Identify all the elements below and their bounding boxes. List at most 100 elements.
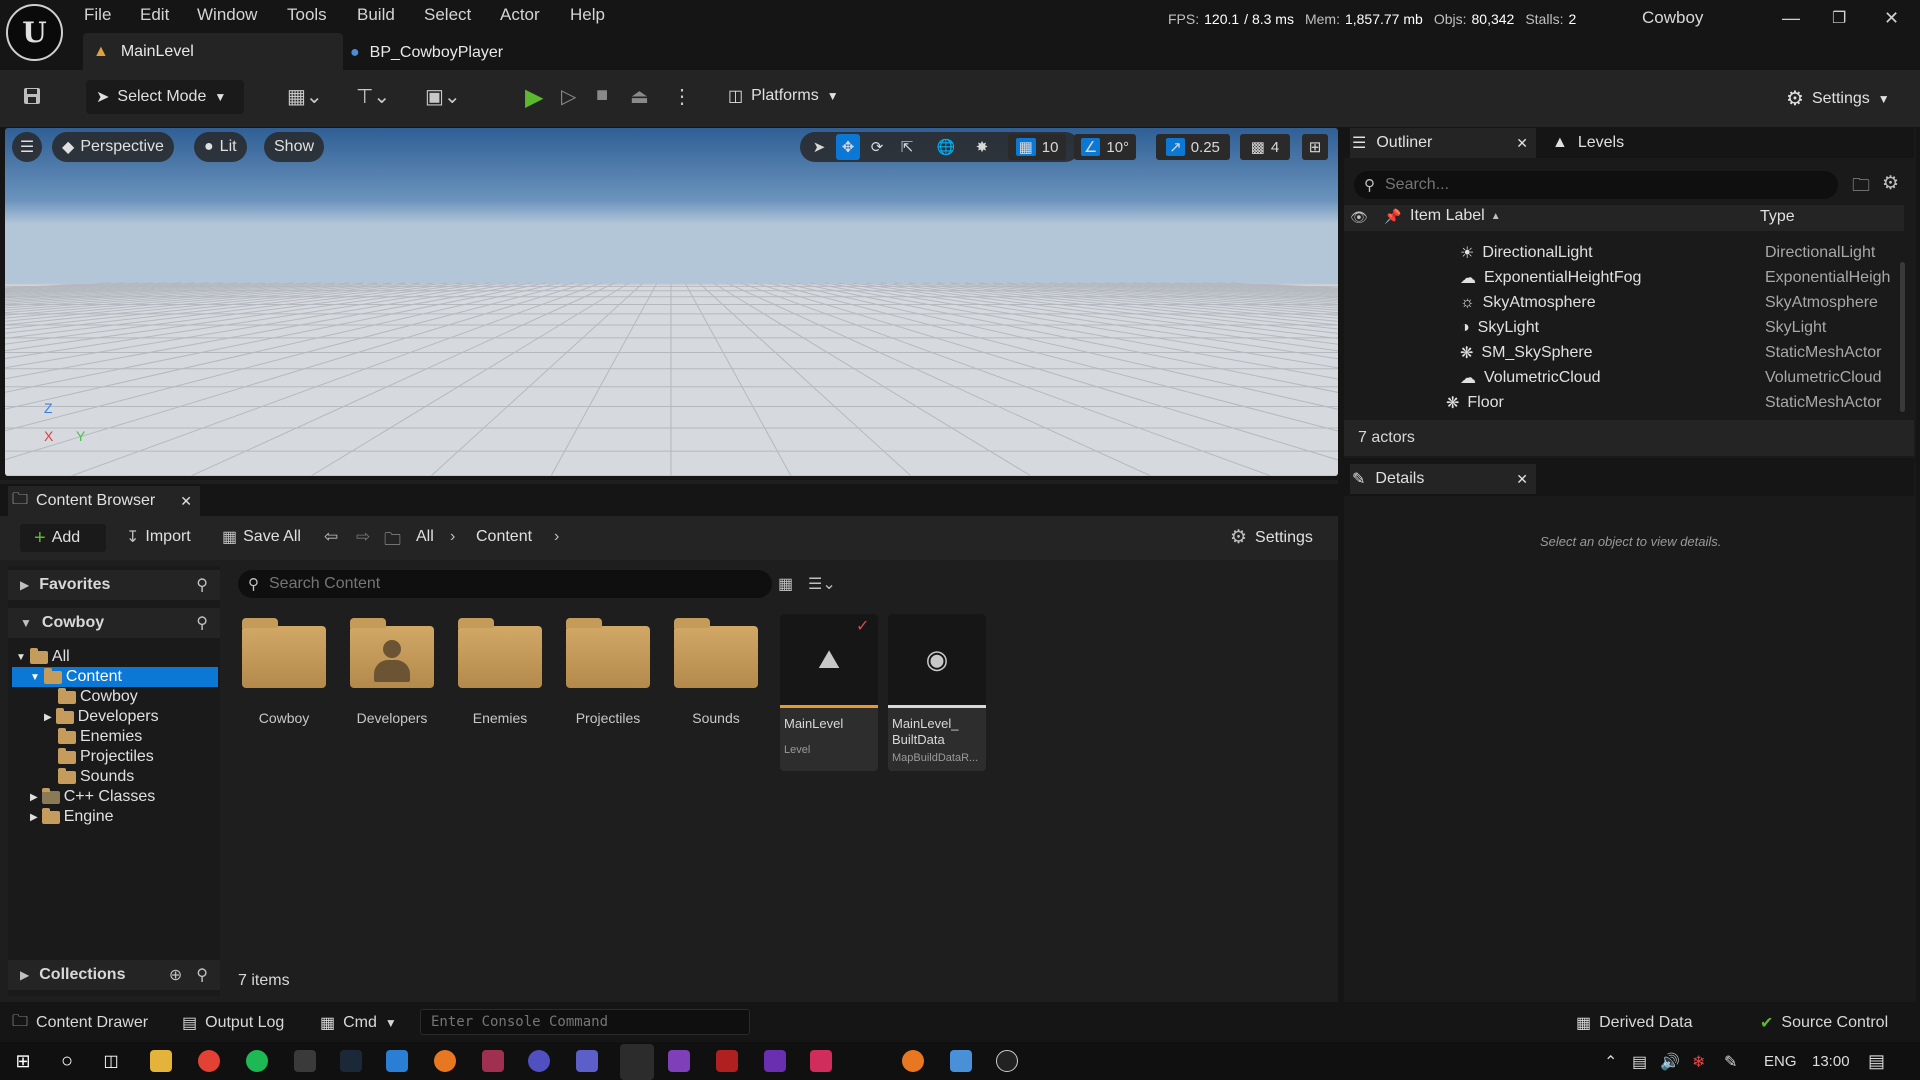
- blender-icon[interactable]: [902, 1050, 924, 1072]
- rotation-snap-toggle[interactable]: ∠ 10°: [1074, 134, 1136, 160]
- search-icon[interactable]: ⚲: [196, 613, 208, 633]
- play-icon[interactable]: ▶: [525, 83, 543, 112]
- tab-levels[interactable]: ▲ Levels: [1552, 128, 1624, 158]
- favorites-header[interactable]: ▶ Favorites ⚲: [8, 570, 220, 600]
- platforms-dropdown[interactable]: ◫ Platforms ▼: [728, 86, 839, 106]
- tab-outliner[interactable]: ☰ Outliner ✕: [1350, 128, 1536, 158]
- teams-icon[interactable]: [576, 1050, 598, 1072]
- project-header[interactable]: ▼ Cowboy ⚲: [8, 608, 220, 638]
- menu-window[interactable]: Window: [197, 5, 257, 25]
- back-arrow-icon[interactable]: ⇦: [324, 527, 338, 547]
- world-space-icon[interactable]: 🌐: [934, 134, 958, 160]
- network-icon[interactable]: ▤: [1632, 1052, 1647, 1072]
- blueprint-menu-icon[interactable]: ⊤⌄: [356, 84, 390, 109]
- add-button[interactable]: + Add: [20, 524, 106, 552]
- outliner-search[interactable]: ⚲: [1354, 171, 1838, 199]
- search-icon[interactable]: ⚲: [196, 965, 208, 985]
- translate-tool-icon[interactable]: ✥: [836, 134, 860, 160]
- tree-item-all[interactable]: ▼ All: [16, 647, 70, 667]
- unreal-taskbar-icon[interactable]: [996, 1050, 1018, 1072]
- settings-dropdown[interactable]: ⚙ Settings ▼: [1786, 86, 1890, 111]
- restore-icon[interactable]: ❐: [1832, 8, 1846, 28]
- tree-item-cowboy[interactable]: Cowboy: [58, 687, 138, 707]
- menu-help[interactable]: Help: [570, 5, 605, 25]
- derived-data-button[interactable]: ▦ Derived Data: [1576, 1010, 1693, 1036]
- scale-tool-icon[interactable]: ⇱: [896, 134, 918, 160]
- tree-item-engine[interactable]: ▶ Engine: [30, 807, 114, 827]
- content-search[interactable]: ⚲: [238, 570, 772, 598]
- close-icon[interactable]: ✕: [1884, 8, 1899, 29]
- menu-file[interactable]: File: [84, 5, 111, 25]
- tray-app-icon[interactable]: ❄: [1692, 1052, 1705, 1072]
- menu-build[interactable]: Build: [357, 5, 395, 25]
- cb-settings-button[interactable]: ⚙ Settings: [1230, 526, 1313, 549]
- surface-snap-icon[interactable]: ✸: [970, 134, 994, 160]
- eject-icon[interactable]: ⏏: [630, 84, 649, 109]
- tree-item-enemies[interactable]: Enemies: [58, 727, 142, 747]
- outliner-scrollbar[interactable]: [1900, 262, 1905, 412]
- rotate-tool-icon[interactable]: ⟳: [866, 134, 888, 160]
- more-options-icon[interactable]: ⋮: [672, 84, 692, 109]
- asset-folder-projectiles[interactable]: Projectiles: [558, 614, 658, 726]
- content-drawer-button[interactable]: 🗀 Content Drawer: [12, 1010, 148, 1036]
- app-icon[interactable]: [950, 1050, 972, 1072]
- tab-details[interactable]: ✎ Details ✕: [1350, 464, 1536, 494]
- close-icon[interactable]: ✕: [1516, 135, 1528, 152]
- outliner-search-input[interactable]: [1385, 176, 1785, 194]
- asset-folder-sounds[interactable]: Sounds: [666, 614, 766, 726]
- col-item-label[interactable]: Item Label ▲: [1410, 207, 1501, 225]
- outliner-row[interactable]: ◑ SkyLight: [1458, 316, 1898, 340]
- show-button[interactable]: Show: [264, 132, 325, 162]
- pin-icon[interactable]: 📌: [1384, 208, 1401, 225]
- asset-mainlevel[interactable]: ⛰ ✓ MainLevel Level: [780, 614, 878, 771]
- save-all-button[interactable]: ▦ Save All: [222, 527, 301, 547]
- import-button[interactable]: ↧ Import: [126, 527, 191, 547]
- chevron-right-icon[interactable]: ›: [554, 528, 559, 546]
- filter-icon[interactable]: ☰⌄: [808, 574, 836, 594]
- asset-folder-enemies[interactable]: Enemies: [450, 614, 550, 726]
- chrome-icon[interactable]: [198, 1050, 220, 1072]
- forward-arrow-icon[interactable]: ⇨: [356, 527, 370, 547]
- obs-icon[interactable]: [620, 1044, 654, 1080]
- console-command-input[interactable]: [420, 1009, 750, 1035]
- search-circle-icon[interactable]: ○: [56, 1050, 78, 1072]
- save-search-icon[interactable]: ▦: [778, 574, 793, 594]
- save-icon[interactable]: [22, 86, 42, 106]
- source-control-button[interactable]: ✔ Source Control: [1760, 1010, 1888, 1036]
- add-actor-icon[interactable]: ▦⌄: [287, 84, 323, 109]
- app-icon[interactable]: [716, 1050, 738, 1072]
- vscode-icon[interactable]: [386, 1050, 408, 1072]
- breadcrumb-all[interactable]: All: [416, 528, 434, 546]
- visual-studio-icon[interactable]: [668, 1050, 690, 1072]
- spotify-icon[interactable]: [246, 1050, 268, 1072]
- layout-icon[interactable]: ⊞: [1302, 134, 1328, 160]
- stop-icon[interactable]: ■: [596, 84, 608, 107]
- select-tool-icon[interactable]: ➤: [808, 134, 830, 160]
- task-view-icon[interactable]: ◫: [100, 1050, 122, 1072]
- lit-button[interactable]: ● Lit: [194, 132, 247, 162]
- clock[interactable]: 13:00: [1812, 1053, 1850, 1070]
- close-icon[interactable]: ✕: [180, 493, 192, 510]
- file-explorer-icon[interactable]: [150, 1050, 172, 1072]
- content-search-input[interactable]: [269, 575, 749, 593]
- chevron-up-icon[interactable]: ⌃: [1604, 1052, 1617, 1072]
- viewport-menu-button[interactable]: ☰: [12, 132, 42, 162]
- breadcrumb-content[interactable]: Content: [476, 528, 532, 546]
- cmd-dropdown[interactable]: ▦ Cmd ▼: [320, 1010, 397, 1036]
- output-log-button[interactable]: ▤ Output Log: [182, 1010, 284, 1036]
- minimize-icon[interactable]: —: [1782, 8, 1800, 29]
- grid-snap-toggle[interactable]: ▦ 10: [1008, 134, 1066, 160]
- menu-tools[interactable]: Tools: [287, 5, 327, 25]
- menu-select[interactable]: Select: [424, 5, 471, 25]
- app-icon[interactable]: [482, 1050, 504, 1072]
- app-icon[interactable]: [810, 1050, 832, 1072]
- tree-item-projectiles[interactable]: Projectiles: [58, 747, 154, 767]
- rider-icon[interactable]: [764, 1050, 786, 1072]
- pen-icon[interactable]: ✎: [1724, 1052, 1737, 1072]
- camera-speed-button[interactable]: ▩ 4: [1240, 134, 1290, 160]
- tree-item-developers[interactable]: ▶ Developers: [44, 707, 159, 727]
- visibility-eye-icon[interactable]: 👁: [1350, 209, 1368, 226]
- steam-icon[interactable]: [340, 1050, 362, 1072]
- col-type[interactable]: Type: [1760, 208, 1795, 226]
- cinematics-icon[interactable]: ▣⌄: [425, 84, 461, 109]
